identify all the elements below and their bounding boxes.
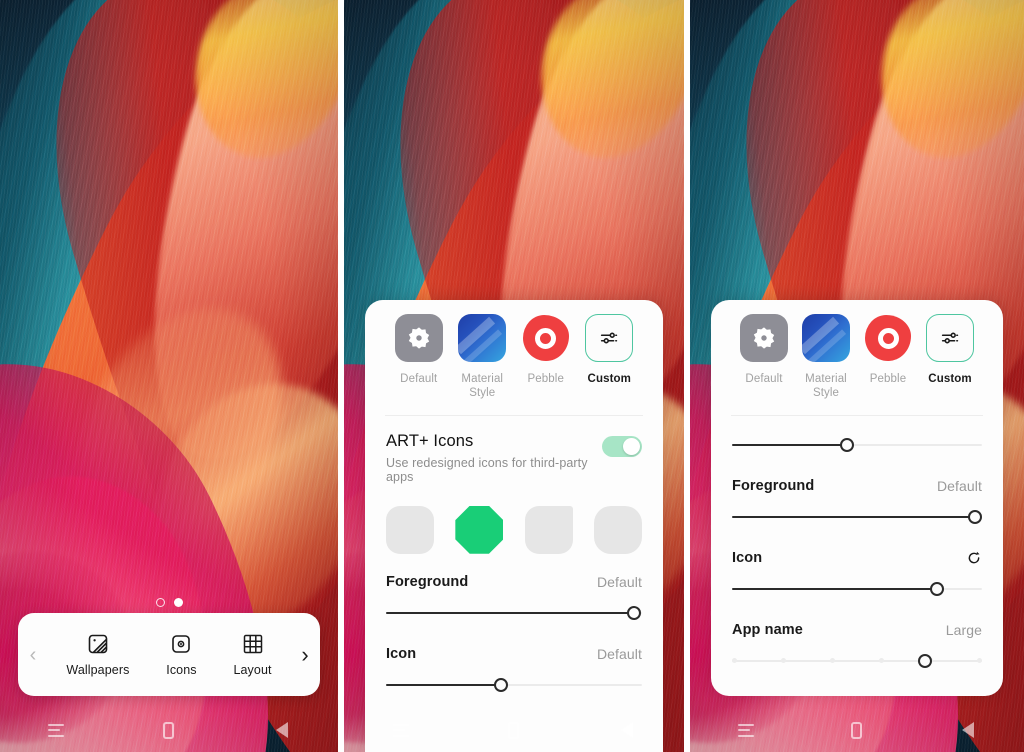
shape-option-squircle[interactable] bbox=[386, 505, 434, 554]
slider-label: App name bbox=[732, 621, 803, 638]
style-option-label: Material Style bbox=[805, 373, 847, 400]
style-option-label: Custom bbox=[928, 373, 972, 385]
slider-label: Foreground bbox=[386, 573, 469, 590]
prev-page-arrow-icon[interactable]: ‹ bbox=[18, 645, 48, 665]
page-indicator bbox=[0, 598, 338, 607]
style-option-label: Pebble bbox=[869, 373, 907, 385]
app-name-slider-section: App name Large bbox=[729, 622, 985, 674]
foreground-slider[interactable] bbox=[732, 504, 982, 530]
reset-icon[interactable] bbox=[966, 550, 982, 566]
style-option-material-style[interactable]: Material Style bbox=[451, 314, 515, 401]
three-phone-screenshots: ‹ Wallpapers Icons Layout › Default Mate… bbox=[0, 0, 1024, 752]
style-option-custom[interactable]: Custom bbox=[578, 314, 642, 401]
shape-option-round[interactable] bbox=[593, 505, 642, 554]
sheet-item-wallpapers[interactable]: Wallpapers bbox=[66, 632, 129, 677]
back-icon[interactable] bbox=[951, 720, 985, 740]
style-option-default[interactable]: Default bbox=[733, 314, 795, 401]
pebble-icon bbox=[522, 314, 570, 362]
next-page-arrow-icon[interactable]: › bbox=[290, 643, 320, 666]
art-plus-icons-row[interactable]: ART+ Icons Use redesigned icons for thir… bbox=[383, 432, 645, 484]
recents-icon[interactable] bbox=[39, 720, 73, 740]
android-navigation-bar bbox=[344, 708, 684, 752]
editor-bottom-sheet: ‹ Wallpapers Icons Layout › bbox=[18, 613, 320, 696]
phone-screen-3: Default Material Style Pebble Custom For… bbox=[690, 0, 1024, 752]
art-plus-title: ART+ Icons bbox=[386, 431, 474, 450]
style-option-pebble[interactable]: Pebble bbox=[857, 314, 919, 401]
custom-sliders-icon bbox=[926, 314, 974, 362]
android-navigation-bar bbox=[690, 708, 1024, 752]
style-option-label: Custom bbox=[587, 373, 631, 385]
editor-options: Wallpapers Icons Layout bbox=[48, 632, 290, 677]
phone-screen-2: Default Material Style Pebble Custom ART… bbox=[344, 0, 684, 752]
icon-shape-selector bbox=[383, 505, 645, 554]
icon-settings-card: Default Material Style Pebble bbox=[711, 300, 1003, 696]
material-style-icon bbox=[458, 314, 507, 362]
shape-option-teardrop[interactable] bbox=[524, 505, 573, 554]
wallpapers-icon bbox=[86, 632, 110, 656]
sheet-item-layout[interactable]: Layout bbox=[233, 632, 271, 677]
icon-style-selector: Default Material Style Pebble Custom bbox=[729, 314, 985, 401]
icon-settings-card: Default Material Style Pebble bbox=[365, 300, 663, 752]
icon-style-selector: Default Material Style Pebble Custom bbox=[383, 314, 645, 401]
foreground-slider[interactable] bbox=[386, 600, 642, 626]
style-option-label: Default bbox=[745, 373, 783, 385]
slider-label: Foreground bbox=[732, 477, 815, 494]
slider-value: Default bbox=[596, 573, 642, 590]
foreground-slider-section: Foreground Default bbox=[729, 478, 985, 530]
style-option-default[interactable]: Default bbox=[387, 314, 451, 401]
slider-label: Icon bbox=[386, 645, 417, 662]
slider-value: Large bbox=[945, 621, 982, 638]
sheet-item-label: Layout bbox=[233, 663, 272, 677]
recents-icon[interactable] bbox=[729, 720, 763, 740]
material-style-icon bbox=[802, 314, 850, 362]
home-icon[interactable] bbox=[840, 720, 874, 740]
default-gear-icon bbox=[394, 314, 443, 362]
sheet-item-icons[interactable]: Icons bbox=[166, 632, 197, 677]
art-plus-subtitle: Use redesigned icons for third-party app… bbox=[386, 455, 588, 484]
layout-icon bbox=[241, 632, 265, 656]
app-name-slider[interactable] bbox=[732, 648, 982, 674]
icon-slider[interactable] bbox=[386, 672, 642, 698]
shape-option-octagon[interactable] bbox=[455, 505, 504, 554]
icon-slider[interactable] bbox=[732, 576, 982, 602]
icon-slider-section: Icon bbox=[729, 550, 985, 602]
sheet-item-label: Wallpapers bbox=[66, 663, 130, 677]
section-divider bbox=[731, 414, 983, 416]
style-option-label: Material Style bbox=[461, 373, 504, 400]
art-plus-text: ART+ Icons Use redesigned icons for thir… bbox=[386, 432, 602, 484]
slider-value: Default bbox=[596, 645, 642, 662]
page-dot-1[interactable] bbox=[155, 598, 165, 607]
foreground-slider-section: Foreground Default bbox=[383, 574, 645, 626]
home-icon[interactable] bbox=[152, 720, 186, 740]
section-divider bbox=[385, 414, 643, 416]
icon-slider-section: Icon Default bbox=[383, 646, 645, 698]
page-dot-2[interactable] bbox=[173, 598, 183, 607]
back-icon[interactable] bbox=[610, 720, 644, 740]
sheet-item-label: Icons bbox=[166, 663, 197, 677]
style-option-label: Pebble bbox=[527, 373, 564, 385]
style-option-custom[interactable]: Custom bbox=[919, 314, 981, 401]
top-partial-slider[interactable] bbox=[732, 432, 982, 458]
icons-icon bbox=[169, 632, 193, 656]
style-option-pebble[interactable]: Pebble bbox=[514, 314, 578, 401]
custom-sliders-icon bbox=[585, 314, 634, 362]
art-plus-toggle[interactable] bbox=[602, 435, 642, 457]
recents-icon[interactable] bbox=[384, 720, 418, 740]
default-gear-icon bbox=[740, 314, 788, 362]
home-icon[interactable] bbox=[497, 720, 531, 740]
slider-value: Default bbox=[936, 477, 982, 494]
back-icon[interactable] bbox=[265, 720, 299, 740]
android-navigation-bar bbox=[0, 708, 338, 752]
style-option-material-style[interactable]: Material Style bbox=[795, 314, 857, 401]
style-option-label: Default bbox=[400, 373, 438, 385]
phone-screen-1: ‹ Wallpapers Icons Layout › bbox=[0, 0, 338, 752]
pebble-icon bbox=[864, 314, 912, 362]
slider-label: Icon bbox=[732, 549, 763, 566]
